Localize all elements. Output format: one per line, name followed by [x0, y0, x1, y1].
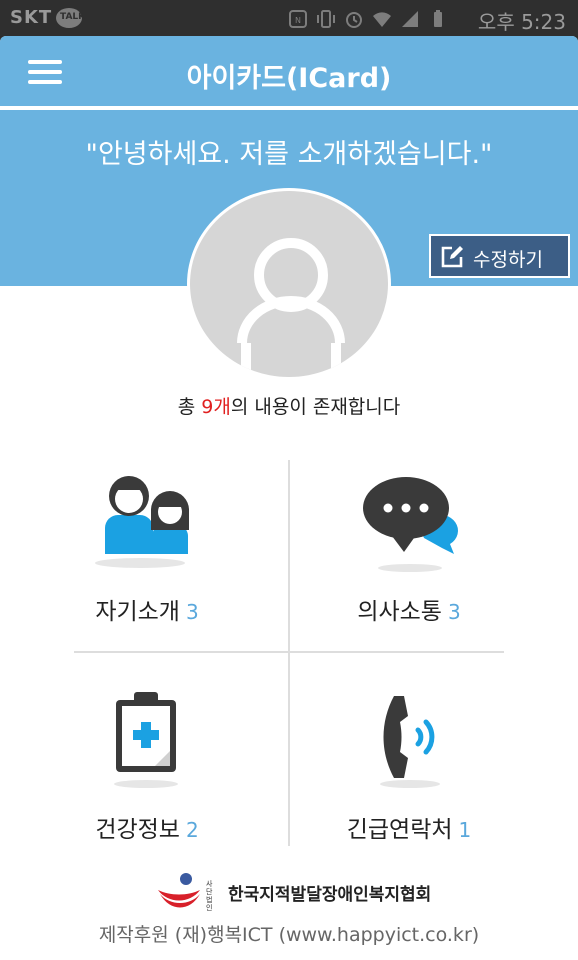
vibrate-icon [317, 10, 335, 28]
greeting-text: "안녕하세요. 저를 소개하겠습니다." [85, 139, 493, 170]
organization-emblem-icon [158, 873, 200, 908]
talk-badge: TALK [60, 12, 86, 22]
category-self-introduction[interactable]: 자기소개 3 [40, 468, 254, 658]
content-count: 총 9개의 내용이 존재합니다 [0, 392, 578, 419]
category-communication[interactable]: 의사소통 3 [302, 468, 516, 658]
footer: 사단 법인 한국지적발달장애인복지협회 제작후원 (재)행복ICT (www.h… [0, 864, 578, 960]
category-label: 건강정보 2 [40, 810, 254, 844]
clipboard-medical-icon [114, 692, 178, 788]
status-icons: N [288, 8, 448, 30]
category-name: 자기소개 [95, 599, 180, 625]
category-name: 건강정보 [95, 817, 180, 843]
app-title: 아이카드(ICard) [186, 63, 392, 94]
user-silhouette-icon [237, 238, 345, 371]
category-count: 1 [458, 818, 472, 842]
app-screen: 아이카드(ICard) "안녕하세요. 저를 소개하겠습니다." 수정하기 총 … [0, 36, 578, 960]
kakaotalk-icon: TALK [56, 8, 86, 28]
profile-avatar[interactable] [187, 188, 391, 380]
edit-button[interactable]: 수정하기 [429, 234, 570, 278]
category-name: 의사소통 [357, 599, 442, 625]
battery-icon [434, 10, 442, 27]
category-label: 자기소개 3 [40, 592, 254, 626]
category-label: 긴급연락처 1 [302, 810, 516, 844]
svg-text:N: N [295, 16, 301, 25]
edit-icon [441, 246, 463, 268]
category-count: 3 [185, 600, 199, 624]
category-name: 긴급연락처 [346, 817, 453, 843]
nfc-icon: N [289, 10, 307, 28]
chat-bubble-icon [363, 477, 459, 572]
grid-divider-vertical [288, 460, 290, 846]
signal-icon [402, 11, 418, 27]
count-number: 9개 [201, 396, 231, 418]
category-label: 의사소통 3 [302, 592, 516, 626]
wifi-icon [373, 12, 391, 27]
category-count: 2 [185, 818, 199, 842]
count-suffix: 의 내용이 존재합니다 [230, 396, 401, 418]
app-bar: 아이카드(ICard) [0, 36, 578, 108]
category-emergency-contact[interactable]: 긴급연락처 1 [302, 686, 516, 876]
sponsor-credit[interactable]: 제작후원 (재)행복ICT (www.happyict.co.kr) [0, 920, 578, 947]
corporation-label: 사단 법인 [206, 880, 213, 912]
phone-icon [380, 696, 440, 788]
count-prefix: 총 [177, 396, 202, 418]
people-icon [95, 476, 189, 568]
clock-time: 오후 5:23 [477, 10, 566, 34]
carrier-name: SKT [10, 7, 53, 28]
category-health-info[interactable]: 건강정보 2 [40, 686, 254, 876]
alarm-icon [346, 12, 362, 28]
edit-button-label: 수정하기 [473, 249, 543, 271]
organization-name: 한국지적발달장애인복지협회 [228, 885, 432, 905]
category-count: 3 [447, 600, 461, 624]
status-bar: SKT TALK N 오후 5:23 [0, 0, 578, 36]
